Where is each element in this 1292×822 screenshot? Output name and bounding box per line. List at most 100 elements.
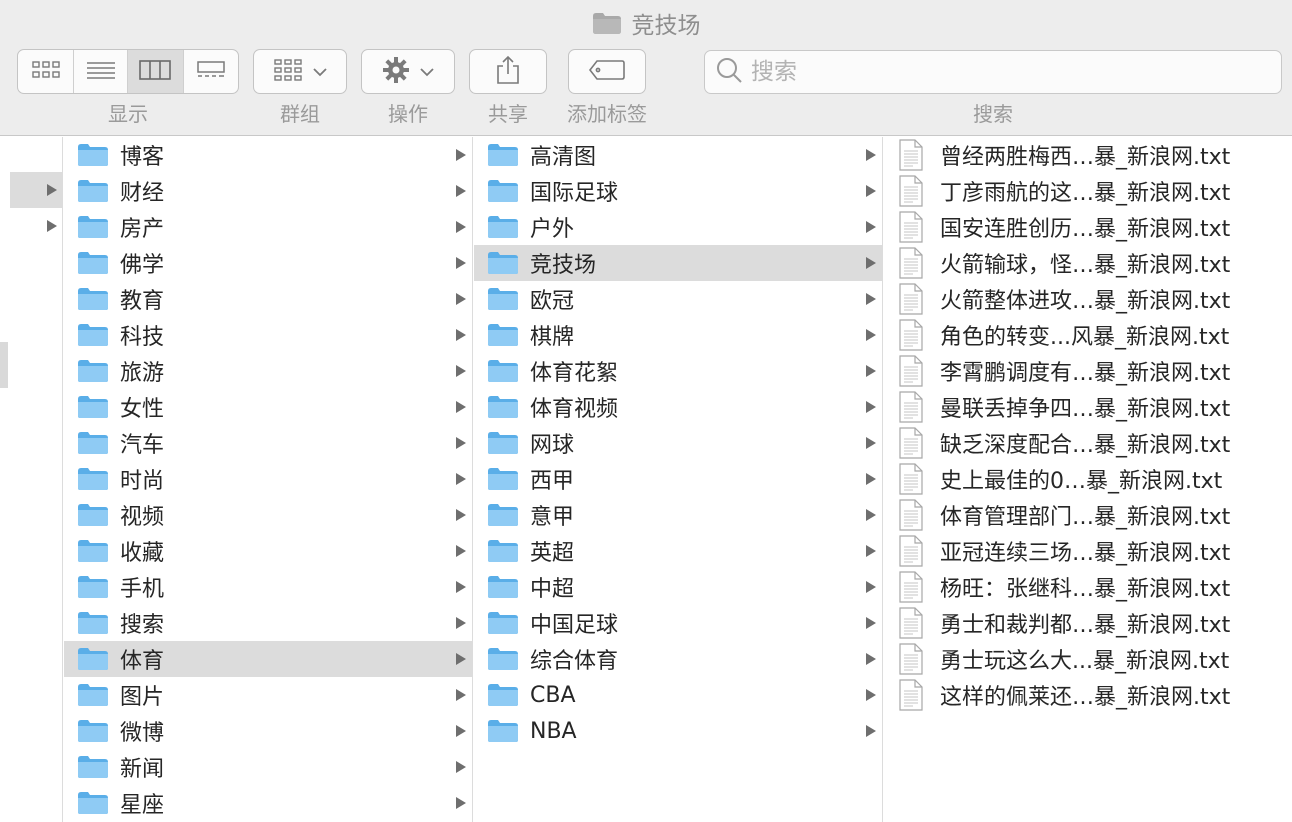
disclosure-arrow-icon xyxy=(866,653,876,665)
file-item[interactable]: 这样的佩莱还…暴_新浪网.txt xyxy=(884,677,1292,713)
folder-item[interactable]: 科技 xyxy=(64,317,472,353)
folder-item[interactable]: 汽车 xyxy=(64,425,472,461)
folder-icon xyxy=(486,251,520,275)
folder-item[interactable]: 微博 xyxy=(64,713,472,749)
tag-icon xyxy=(588,59,626,85)
folder-icon xyxy=(486,143,520,167)
gallery-view-button[interactable] xyxy=(184,50,239,93)
parent-item-selected[interactable] xyxy=(10,172,62,208)
folder-item[interactable]: 体育花絮 xyxy=(474,353,882,389)
disclosure-arrow-icon xyxy=(456,509,466,521)
window-title-text: 竞技场 xyxy=(631,13,701,39)
folder-item[interactable]: 欧冠 xyxy=(474,281,882,317)
scroll-indicator[interactable] xyxy=(0,342,8,388)
column-0[interactable] xyxy=(0,137,63,822)
parent-item[interactable] xyxy=(10,208,62,244)
folder-item[interactable]: 收藏 xyxy=(64,533,472,569)
folder-name: 财经 xyxy=(120,181,165,206)
search-field[interactable] xyxy=(704,50,1282,94)
disclosure-arrow-icon xyxy=(456,257,466,269)
folder-item[interactable]: 高清图 xyxy=(474,137,882,173)
folder-item[interactable]: 国际足球 xyxy=(474,173,882,209)
icon-view-button[interactable] xyxy=(18,50,75,93)
folder-item[interactable]: 旅游 xyxy=(64,353,472,389)
text-file-icon xyxy=(898,211,924,243)
file-item[interactable]: 史上最佳的0…暴_新浪网.txt xyxy=(884,461,1292,497)
folder-item[interactable]: 棋牌 xyxy=(474,317,882,353)
file-item[interactable]: 国安连胜创历…暴_新浪网.txt xyxy=(884,209,1292,245)
folder-item[interactable]: 综合体育 xyxy=(474,641,882,677)
folder-item[interactable]: 户外 xyxy=(474,209,882,245)
file-item[interactable]: 勇士玩这么大...暴_新浪网.txt xyxy=(884,641,1292,677)
text-file-icon xyxy=(898,463,924,495)
folder-item[interactable]: 视频 xyxy=(64,497,472,533)
file-item[interactable]: 亚冠连续三场…暴_新浪网.txt xyxy=(884,533,1292,569)
folder-item[interactable]: 图片 xyxy=(64,677,472,713)
file-item[interactable]: 火箭输球，怪…暴_新浪网.txt xyxy=(884,245,1292,281)
disclosure-arrow-icon xyxy=(456,437,466,449)
folder-item[interactable]: 星座 xyxy=(64,785,472,821)
folder-name: 汽车 xyxy=(120,433,165,458)
folder-item[interactable]: 教育 xyxy=(64,281,472,317)
action-label: 操作 xyxy=(388,102,428,126)
folder-item[interactable]: 财经 xyxy=(64,173,472,209)
file-item[interactable]: 角色的转变...风暴_新浪网.txt xyxy=(884,317,1292,353)
share-button[interactable] xyxy=(469,49,547,94)
column-2[interactable]: 高清图 国际足球 户外 竞技场 欧冠 棋牌 体育花絮 体育视频网球西甲 意甲 英超 中超 中国足球 综合… xyxy=(474,137,883,822)
folder-item[interactable]: 中国足球 xyxy=(474,605,882,641)
folder-item[interactable]: 女性 xyxy=(64,389,472,425)
folder-item[interactable]: 意甲 xyxy=(474,497,882,533)
file-item[interactable]: 李霄鹏调度有…暴_新浪网.txt xyxy=(884,353,1292,389)
folder-icon xyxy=(76,611,110,635)
folder-item[interactable]: 新闻 xyxy=(64,749,472,785)
file-name: 丁彦雨航的这…暴_新浪网.txt xyxy=(940,181,1231,206)
action-button-face[interactable] xyxy=(362,50,454,93)
folder-item[interactable]: CBA xyxy=(474,677,882,713)
file-item[interactable]: 体育管理部门…暴_新浪网.txt xyxy=(884,497,1292,533)
folder-item[interactable]: 体育 xyxy=(64,641,472,677)
column-view-button[interactable] xyxy=(128,50,184,93)
file-item[interactable]: 火箭整体进攻…暴_新浪网.txt xyxy=(884,281,1292,317)
folder-item[interactable]: 西甲 xyxy=(474,461,882,497)
folder-item[interactable]: 佛学 xyxy=(64,245,472,281)
file-item[interactable]: 勇士和裁判都…暴_新浪网.txt xyxy=(884,605,1292,641)
file-name: 曼联丢掉争四…暴_新浪网.txt xyxy=(940,397,1231,422)
text-file-icon xyxy=(898,391,924,423)
view-mode-control[interactable] xyxy=(17,49,239,94)
folder-item[interactable]: 房产 xyxy=(64,209,472,245)
file-item[interactable]: 曼联丢掉争四…暴_新浪网.txt xyxy=(884,389,1292,425)
file-name: 李霄鹏调度有…暴_新浪网.txt xyxy=(940,361,1231,386)
disclosure-arrow-icon xyxy=(866,509,876,521)
file-item[interactable]: 杨旺：张继科…暴_新浪网.txt xyxy=(884,569,1292,605)
column-1[interactable]: 博客财经房产佛学教育 科技 旅游 女性汽车时尚视频收藏 手机 搜索 体育 图片 微博 新闻 星座 xyxy=(64,137,473,822)
folder-item[interactable]: 搜索 xyxy=(64,605,472,641)
file-item[interactable]: 曾经两胜梅西…暴_新浪网.txt xyxy=(884,137,1292,173)
action-button[interactable] xyxy=(361,49,455,94)
folder-item[interactable]: 体育视频 xyxy=(474,389,882,425)
folder-item[interactable]: 手机 xyxy=(64,569,472,605)
search-input[interactable] xyxy=(751,59,1251,85)
folder-item[interactable]: 英超 xyxy=(474,533,882,569)
folder-name: 网球 xyxy=(530,433,575,458)
disclosure-arrow-icon xyxy=(456,473,466,485)
group-button[interactable] xyxy=(253,49,347,94)
folder-icon xyxy=(486,467,520,491)
file-item[interactable]: 缺乏深度配合…暴_新浪网.txt xyxy=(884,425,1292,461)
text-file-icon xyxy=(898,571,924,603)
disclosure-arrow-icon xyxy=(456,329,466,341)
add-tags-button-face[interactable] xyxy=(569,50,645,93)
folder-item[interactable]: 博客 xyxy=(64,137,472,173)
share-button-face[interactable] xyxy=(470,50,546,93)
folder-item[interactable]: 时尚 xyxy=(64,461,472,497)
file-item[interactable]: 丁彦雨航的这…暴_新浪网.txt xyxy=(884,173,1292,209)
add-tags-button[interactable] xyxy=(568,49,646,94)
list-view-button[interactable] xyxy=(74,50,128,93)
folder-item[interactable]: 竞技场 xyxy=(474,245,882,281)
group-button-face[interactable] xyxy=(254,50,346,93)
folder-item[interactable]: 中超 xyxy=(474,569,882,605)
folder-item[interactable]: 网球 xyxy=(474,425,882,461)
folder-item[interactable]: NBA xyxy=(474,713,882,749)
folder-name: 视频 xyxy=(120,505,165,530)
folder-name: 佛学 xyxy=(120,253,165,278)
column-3[interactable]: 曾经两胜梅西…暴_新浪网.txt 丁彦雨航的这…暴_新浪网.txt 国安连胜创历…暴… xyxy=(884,137,1292,822)
